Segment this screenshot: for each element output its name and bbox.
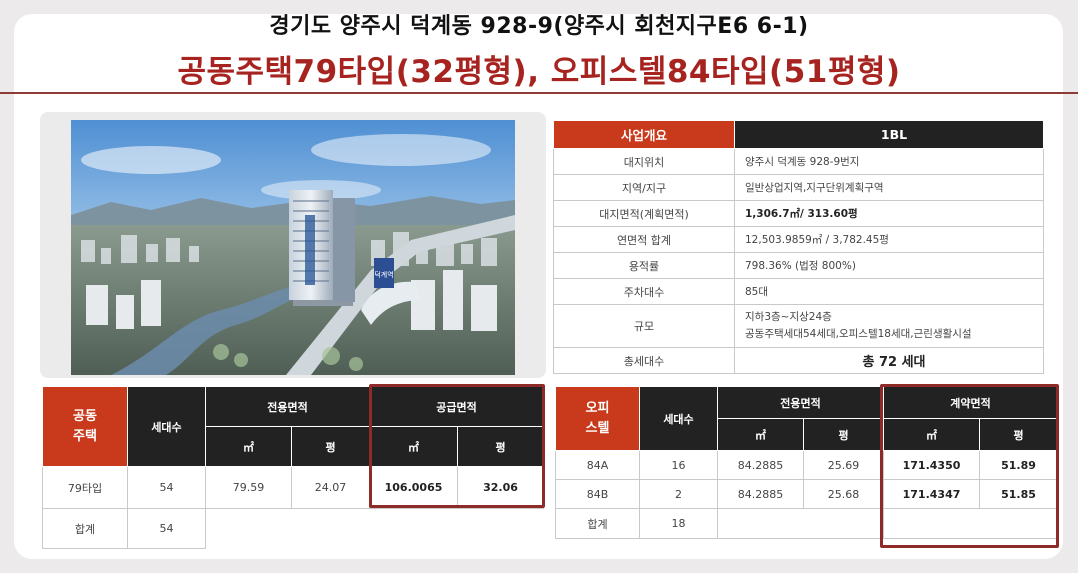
total-units: 18 xyxy=(639,508,718,539)
overview-key: 연면적 합계 xyxy=(553,226,735,253)
apartment-category: 공동 주택 xyxy=(42,386,128,467)
total-blank xyxy=(716,508,885,539)
unit-type: 84A xyxy=(555,450,640,480)
total-blank xyxy=(883,508,1059,539)
supply-pyeong: 32.06 xyxy=(457,466,545,509)
supply-area-header: 공급면적 xyxy=(369,386,545,427)
category-line: 공동 xyxy=(73,408,97,424)
contract-sqm: 171.4347 xyxy=(883,479,981,509)
sqm-header: ㎡ xyxy=(883,418,981,451)
officetel-header-row: 오피 스텔 세대수 전용면적 계약면적 xyxy=(555,386,1059,451)
total-units: 54 xyxy=(127,508,206,549)
contract-pyeong: 51.85 xyxy=(979,479,1059,509)
category-line: 주택 xyxy=(73,428,97,444)
pyeong-header: 평 xyxy=(802,418,885,451)
contract-pyeong: 51.89 xyxy=(979,450,1059,480)
unit-type: 84B xyxy=(555,479,640,509)
sqm-header: ㎡ xyxy=(717,418,804,451)
pyeong-header: 평 xyxy=(979,418,1059,451)
overview-key: 지역/지구 xyxy=(553,174,735,201)
overview-header-key: 사업개요 xyxy=(553,120,735,149)
overview-value: 총 72 세대 xyxy=(734,347,1044,374)
overview-row: 주차대수 85대 xyxy=(553,278,1044,305)
overview-row: 연면적 합계 12,503.9859㎡ / 3,782.45평 xyxy=(553,226,1044,253)
contract-area-header: 계약면적 xyxy=(883,386,1059,419)
unit-count: 2 xyxy=(639,479,718,509)
overview-row: 용적률 798.36% (법정 800%) xyxy=(553,252,1044,279)
category-line: 스텔 xyxy=(585,420,610,436)
pyeong-header: 평 xyxy=(457,426,545,467)
overview-header-row: 사업개요 1BL xyxy=(553,120,1044,149)
table-row: 79타입 54 79.59 24.07 106.0065 32.06 xyxy=(42,466,545,509)
overview-value-line: 공동주택세대54세대,오피스텔18세대,근린생활시설 xyxy=(745,328,972,340)
category-line: 오피 xyxy=(585,400,610,416)
exclusive-pyeong: 25.68 xyxy=(802,479,885,509)
table-row: 84A 16 84.2885 25.69 171.4350 51.89 xyxy=(555,450,1059,480)
supply-sqm: 106.0065 xyxy=(369,466,459,509)
overview-value-line: 지하3층~지상24층 xyxy=(745,311,832,323)
title-divider xyxy=(0,92,1078,94)
units-header: 세대수 xyxy=(639,386,718,451)
overview-row: 규모 지하3층~지상24층 공동주택세대54세대,오피스텔18세대,근린생활시설 xyxy=(553,304,1044,348)
officetel-category: 오피 스텔 xyxy=(555,386,640,451)
unit-count: 16 xyxy=(639,450,718,480)
overview-value: 일반상업지역,지구단위계획구역 xyxy=(734,174,1044,201)
project-overview-table: 사업개요 1BL 대지위치 양주시 덕계동 928-9번지 지역/지구 일반상업… xyxy=(553,120,1044,374)
total-row: 합계 54 xyxy=(42,508,544,549)
contract-sqm: 171.4350 xyxy=(883,450,981,480)
exclusive-pyeong: 25.69 xyxy=(802,450,885,480)
pyeong-header: 평 xyxy=(290,426,371,467)
exclusive-area-header: 전용면적 xyxy=(204,386,371,427)
overview-key: 주차대수 xyxy=(553,278,735,305)
exclusive-sqm: 79.59 xyxy=(205,466,292,509)
total-blank xyxy=(205,508,544,549)
overview-value: 지하3층~지상24층 공동주택세대54세대,오피스텔18세대,근린생활시설 xyxy=(734,304,1044,348)
exclusive-sqm: 84.2885 xyxy=(717,450,804,480)
exclusive-sqm: 84.2885 xyxy=(717,479,804,509)
table-row: 84B 2 84.2885 25.68 171.4347 51.85 xyxy=(555,479,1059,509)
units-header: 세대수 xyxy=(127,386,206,467)
headline-title: 공동주택79타입(32평형), 오피스텔84타입(51평형) xyxy=(177,54,901,90)
sqm-header: ㎡ xyxy=(369,426,459,467)
overview-value: 1,306.7㎡/ 313.60평 xyxy=(734,200,1044,227)
sqm-header: ㎡ xyxy=(205,426,292,467)
officetel-area-table: 오피 스텔 세대수 전용면적 계약면적 ㎡ 평 ㎡ 평 84A 16 84.28… xyxy=(555,386,1059,539)
address-title: 경기도 양주시 덕계동 928-9(양주시 회천지구E6 6-1) xyxy=(269,14,809,39)
overview-key: 대지면적(계획면적) xyxy=(553,200,735,227)
apartment-header-row: 공동 주택 세대수 전용면적 공급면적 xyxy=(42,386,545,467)
overview-value: 85대 xyxy=(734,278,1044,305)
exclusive-pyeong: 24.07 xyxy=(290,466,371,509)
total-row: 합계 18 xyxy=(555,508,1059,539)
overview-key: 용적률 xyxy=(553,252,735,279)
building-rendering: 덕계역 xyxy=(71,120,515,375)
apartment-area-table: 공동 주택 세대수 전용면적 공급면적 ㎡ 평 ㎡ 평 79타입 54 79.5… xyxy=(42,386,545,549)
overview-row: 총세대수 총 72 세대 xyxy=(553,347,1044,374)
overview-row: 지역/지구 일반상업지역,지구단위계획구역 xyxy=(553,174,1044,201)
overview-key: 규모 xyxy=(553,304,735,348)
total-label: 합계 xyxy=(555,508,640,539)
overview-header-value: 1BL xyxy=(734,120,1044,149)
overview-value: 12,503.9859㎡ / 3,782.45평 xyxy=(734,226,1044,253)
overview-key: 대지위치 xyxy=(553,148,735,175)
overview-row: 대지면적(계획면적) 1,306.7㎡/ 313.60평 xyxy=(553,200,1044,227)
overview-value: 798.36% (법정 800%) xyxy=(734,252,1044,279)
exclusive-area-header: 전용면적 xyxy=(716,386,885,419)
total-label: 합계 xyxy=(42,508,128,549)
overview-row: 대지위치 양주시 덕계동 928-9번지 xyxy=(553,148,1044,175)
overview-value: 양주시 덕계동 928-9번지 xyxy=(734,148,1044,175)
unit-count: 54 xyxy=(127,466,206,509)
unit-type: 79타입 xyxy=(42,466,128,509)
overview-key: 총세대수 xyxy=(553,347,735,374)
station-sign-text: 덕계역 xyxy=(374,270,393,279)
